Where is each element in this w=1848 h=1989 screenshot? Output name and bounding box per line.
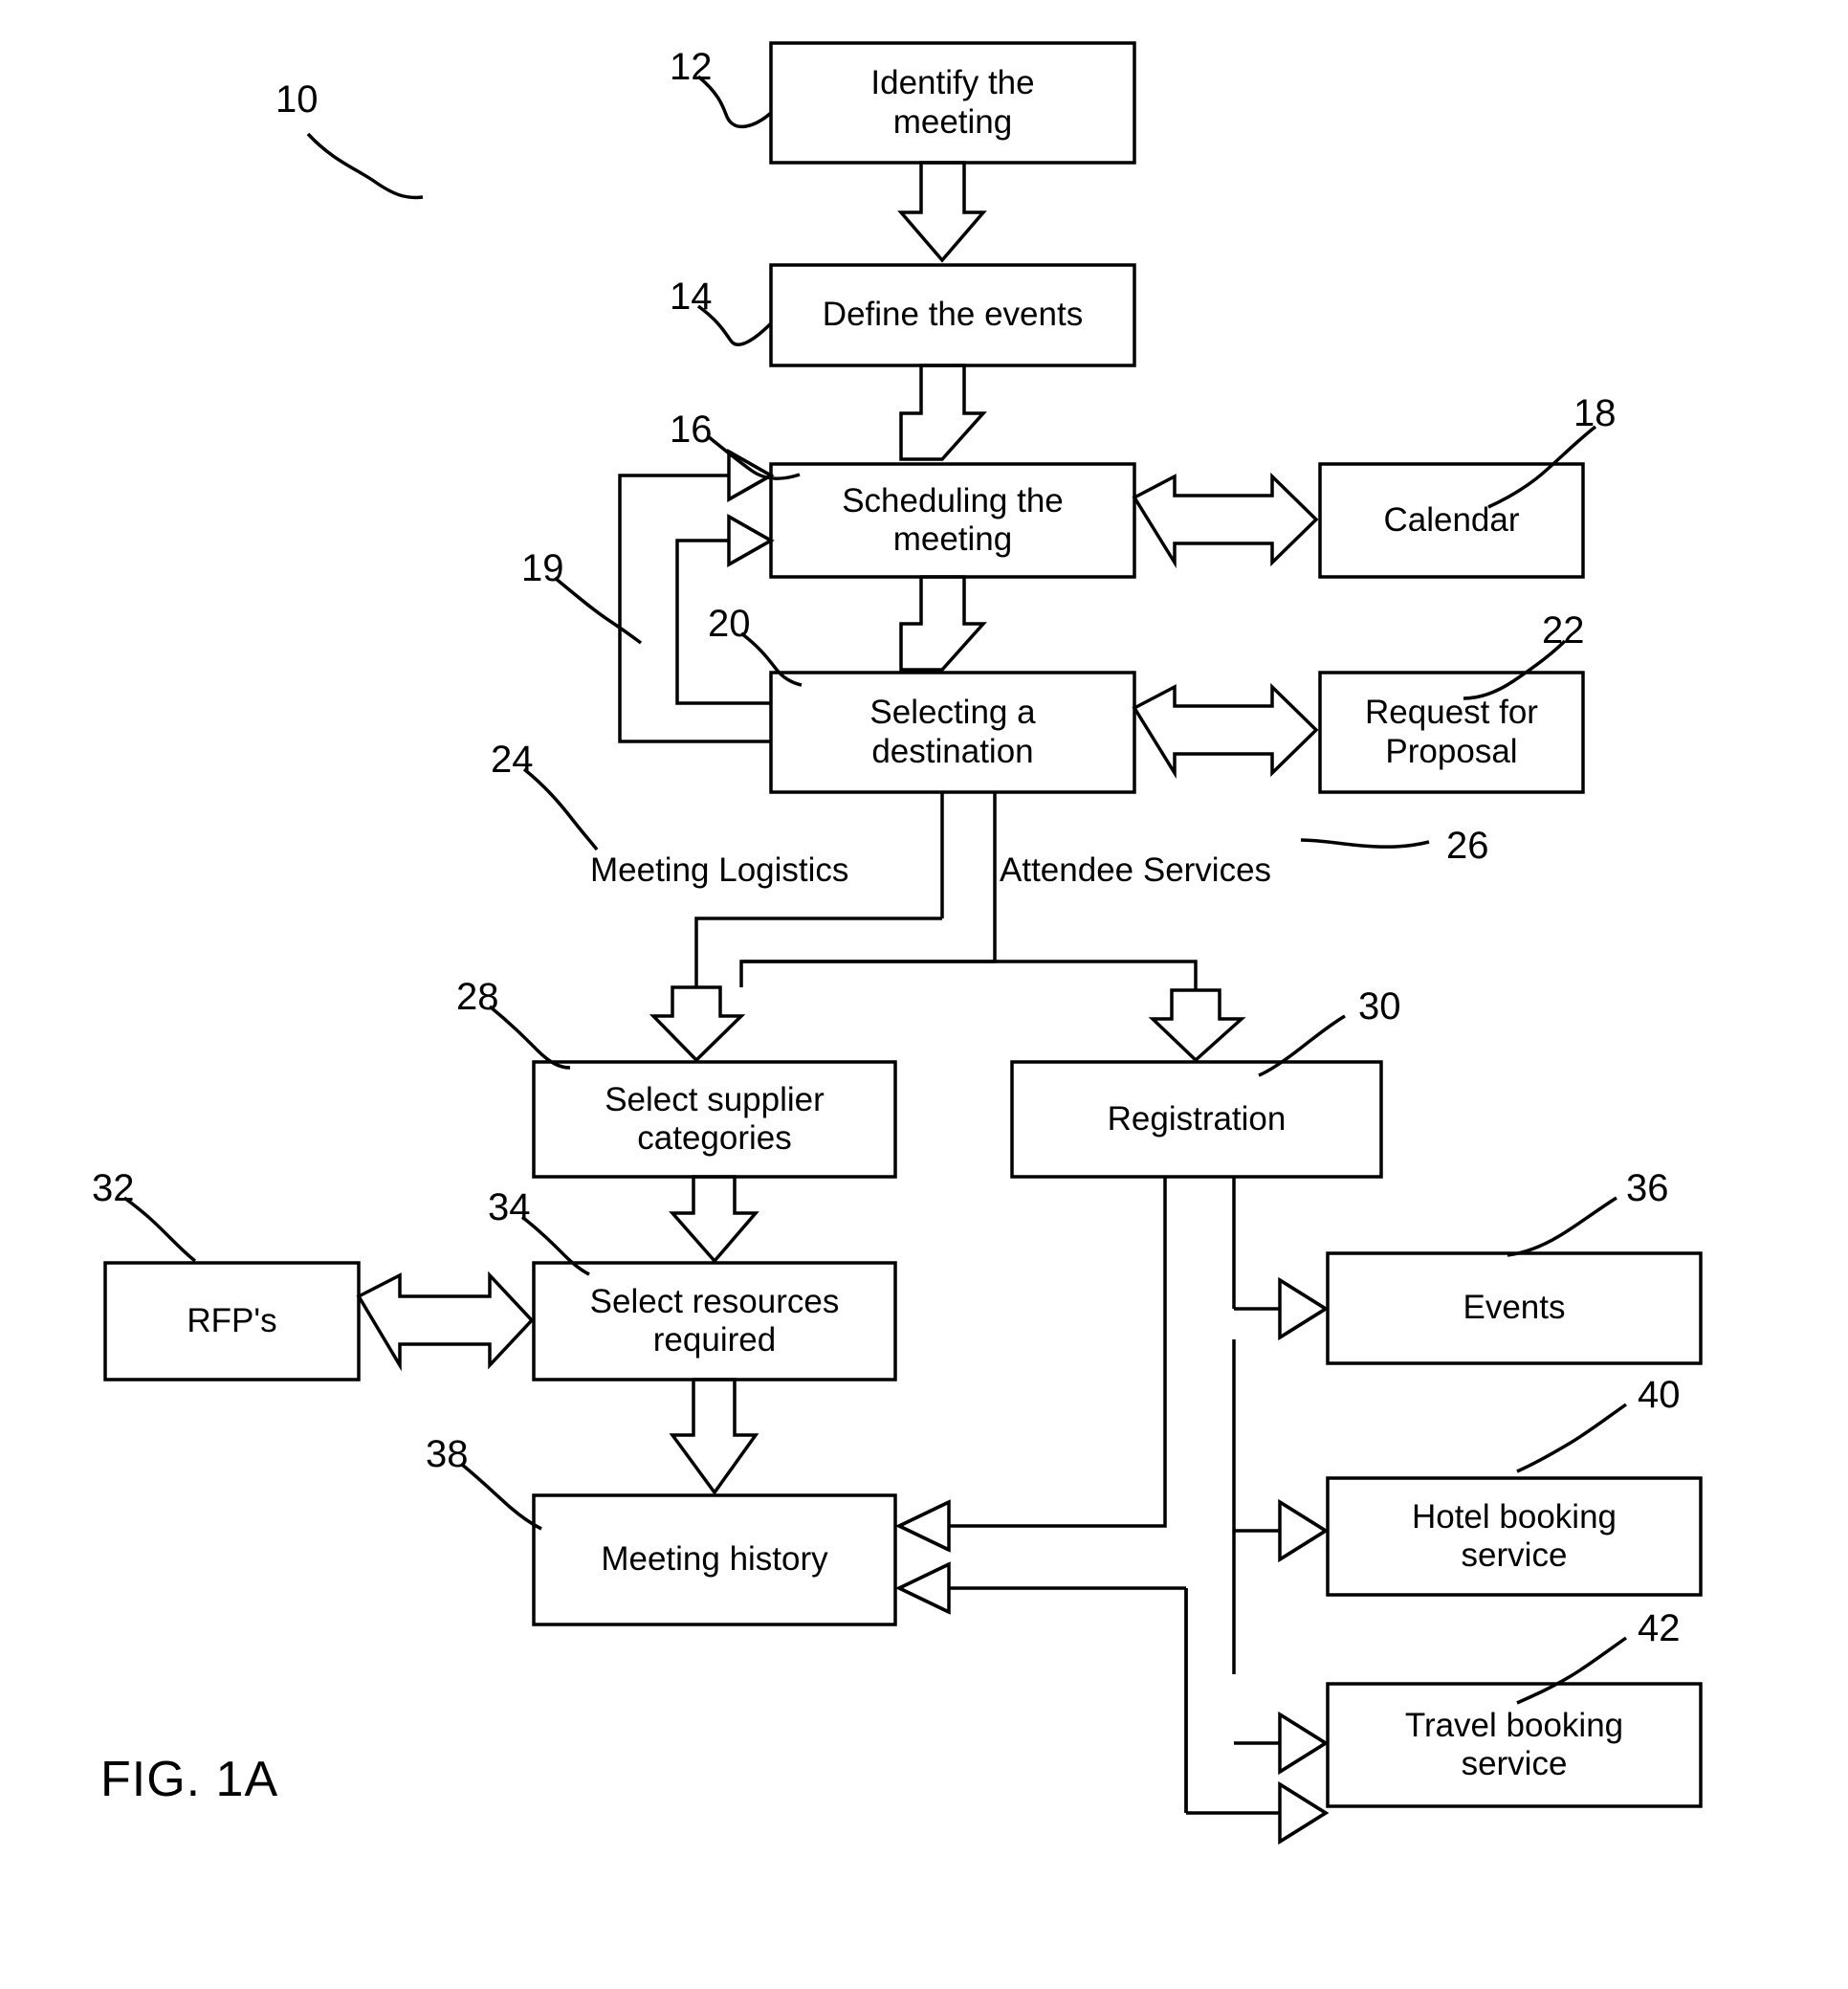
arrow-scheduling-calendar (1132, 472, 1319, 569)
arrow-scheduling-to-destination (899, 575, 987, 672)
arrow-registration-to-travel (1278, 1711, 1330, 1776)
lead-40 (1516, 1403, 1628, 1473)
arrow-travel-bottom (1278, 1780, 1330, 1845)
box-scheduling-the-meeting (769, 462, 1136, 579)
box-identify-the-meeting (769, 41, 1136, 165)
lead-38 (459, 1462, 542, 1531)
reference-numeral-18: 18 (1573, 392, 1617, 434)
box-travel-booking-service (1326, 1682, 1703, 1808)
reference-numeral-19: 19 (521, 547, 564, 589)
lead-30 (1258, 1014, 1346, 1077)
arrow-define-to-scheduling (899, 364, 987, 461)
box-select-resources-required (532, 1261, 897, 1381)
lead-19 (553, 576, 643, 645)
arrow-to-history-lower (894, 1561, 951, 1615)
reference-numeral-32: 32 (92, 1167, 135, 1209)
arrow-to-registration (1148, 988, 1246, 1063)
box-meeting-history (532, 1493, 897, 1626)
box-hotel-booking-service (1326, 1476, 1703, 1597)
reference-numeral-16: 16 (670, 409, 713, 451)
box-request-for-proposal (1318, 671, 1585, 794)
reference-numeral-20: 20 (708, 603, 751, 645)
path-registration-to-history (949, 1177, 1167, 1528)
arrow-identify-to-define (897, 161, 987, 263)
box-registration (1010, 1060, 1383, 1179)
reference-numeral-26: 26 (1446, 825, 1489, 867)
arrow-to-supplier-categories (649, 985, 746, 1063)
reference-numeral-28: 28 (456, 976, 499, 1018)
reference-numeral-34: 34 (488, 1186, 531, 1228)
arrow-to-history-upper (894, 1499, 951, 1553)
reference-numeral-10: 10 (275, 78, 319, 121)
lead-28 (488, 1005, 571, 1070)
branch-attendee-to-registration (741, 960, 1198, 990)
stem-attendee-services (739, 792, 997, 987)
lead-16 (706, 434, 801, 480)
edge-label-attendee-services: Attendee Services (1000, 851, 1272, 889)
lead-24 (522, 767, 599, 851)
path-services-to-history-2 (949, 1586, 1188, 1813)
box-calendar (1318, 462, 1585, 579)
lead-10 (306, 132, 424, 200)
reference-numeral-40: 40 (1638, 1374, 1681, 1416)
reference-numeral-12: 12 (670, 46, 713, 88)
lead-42 (1516, 1636, 1628, 1705)
reference-numeral-24: 24 (491, 739, 534, 781)
arrow-supplier-to-resources (669, 1175, 759, 1264)
reference-numeral-42: 42 (1638, 1607, 1681, 1649)
arrow-resources-to-history (669, 1378, 759, 1495)
figure-canvas: Identify the meeting Define the events S… (0, 0, 1848, 1989)
box-define-the-events (769, 263, 1136, 367)
reference-numeral-36: 36 (1626, 1167, 1669, 1209)
arrow-destination-rfp (1132, 682, 1319, 780)
reference-numeral-30: 30 (1358, 985, 1401, 1028)
diagram-vector-layer (103, 41, 1703, 1845)
box-selecting-a-destination (769, 671, 1136, 794)
arrow-registration-to-hotel (1278, 1498, 1330, 1563)
box-events (1326, 1251, 1703, 1365)
reference-numeral-14: 14 (670, 276, 713, 318)
box-select-supplier-categories (532, 1060, 897, 1179)
arrow-rfps-resources (356, 1271, 535, 1372)
branch-meeting-logistics (694, 917, 942, 987)
figure-caption: FIG. 1A (100, 1752, 279, 1807)
lead-26 (1300, 838, 1430, 849)
box-rfps (103, 1261, 361, 1381)
lead-32 (122, 1196, 197, 1263)
arrow-registration-to-events (1278, 1276, 1330, 1341)
lead-36 (1507, 1196, 1617, 1257)
reference-numeral-38: 38 (426, 1433, 469, 1475)
reference-numeral-22: 22 (1542, 609, 1585, 652)
loop-20-arrowhead (727, 513, 775, 568)
edge-label-meeting-logistics: Meeting Logistics (590, 851, 849, 889)
lead-18 (1487, 425, 1597, 509)
